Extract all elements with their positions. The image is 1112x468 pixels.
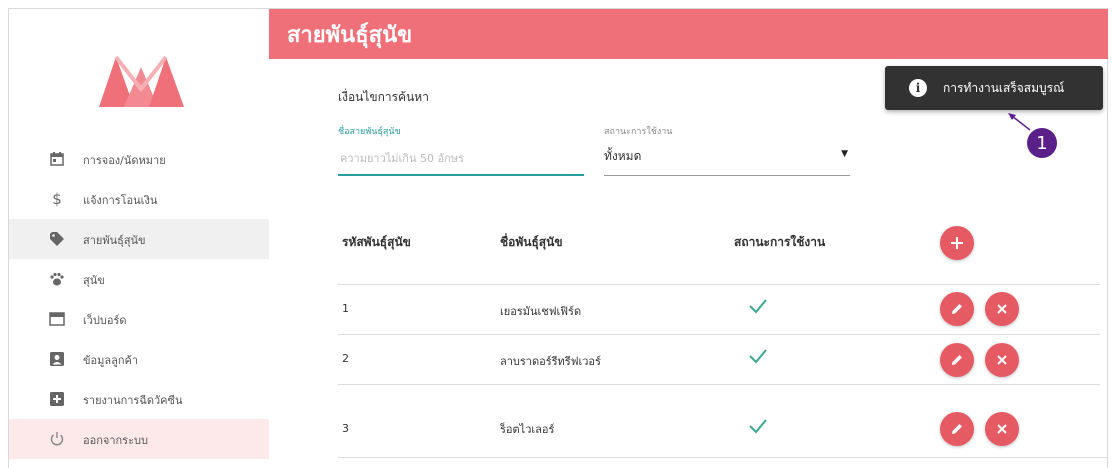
sidebar-item-vaccine-report[interactable]: รายงานการฉีดวัคซีน bbox=[9, 379, 269, 419]
medical-plus-icon bbox=[47, 389, 67, 409]
tag-icon bbox=[47, 229, 67, 249]
close-icon bbox=[997, 304, 1007, 314]
delete-button[interactable] bbox=[985, 412, 1019, 446]
sidebar-item-logout[interactable]: ออกจากระบบ bbox=[9, 419, 269, 459]
row-code: 2 bbox=[342, 352, 349, 365]
pencil-icon bbox=[952, 355, 962, 365]
check-icon bbox=[749, 349, 767, 364]
board-icon bbox=[47, 309, 67, 329]
breed-name-label: ชื่อสายพันธุ์สุนัข bbox=[338, 127, 401, 137]
sidebar-item-customers[interactable]: ข้อมูลลูกค้า bbox=[9, 339, 269, 379]
table-row: 2 ลาบราดอร์รีทรีฟเวอร์ bbox=[338, 334, 1100, 386]
filter-section-title: เงื่อนไขการค้นหา bbox=[338, 90, 429, 104]
calendar-icon bbox=[47, 149, 67, 169]
sidebar-item-booking[interactable]: การจอง/นัดหมาย bbox=[9, 139, 269, 179]
sidebar-item-label: การจอง/นัดหมาย bbox=[83, 154, 166, 167]
page-header: สายพันธุ์สุนัข bbox=[269, 9, 1108, 59]
close-icon bbox=[997, 355, 1007, 365]
dropdown-arrow-icon: ▼ bbox=[841, 149, 848, 159]
delete-button[interactable] bbox=[985, 292, 1019, 326]
app-logo bbox=[99, 55, 184, 107]
add-breed-button[interactable] bbox=[940, 226, 974, 260]
sidebar-item-label: สายพันธุ์สุนัข bbox=[83, 234, 146, 247]
edit-button[interactable] bbox=[940, 292, 974, 326]
row-name: ร็อตไวเลอร์ bbox=[500, 423, 555, 436]
sidebar-item-label: แจ้งการโอนเงิน bbox=[83, 194, 158, 207]
sidebar-item-label: เว็ปบอร์ด bbox=[83, 314, 127, 327]
sidebar-item-payment[interactable]: $ แจ้งการโอนเงิน bbox=[9, 179, 269, 219]
account-box-icon bbox=[47, 349, 67, 369]
edit-button[interactable] bbox=[940, 412, 974, 446]
sidebar-item-label: ออกจากระบบ bbox=[83, 434, 148, 447]
row-name: ลาบราดอร์รีทรีฟเวอร์ bbox=[500, 355, 601, 368]
edit-button[interactable] bbox=[940, 343, 974, 377]
status-label: สถานะการใช้งาน bbox=[604, 127, 673, 137]
success-toast: i การทำงานเสร็จสมบูรณ์ bbox=[885, 66, 1103, 110]
table-row: 3 ร็อตไวเลอร์ bbox=[338, 384, 1100, 446]
close-icon bbox=[997, 424, 1007, 434]
breed-name-input[interactable] bbox=[338, 143, 584, 176]
plus-icon bbox=[951, 237, 963, 249]
sidebar-item-dogs[interactable]: สุนัข bbox=[9, 259, 269, 299]
callout-badge: 1 bbox=[1027, 128, 1057, 158]
sidebar-item-webboard[interactable]: เว็ปบอร์ด bbox=[9, 299, 269, 339]
pencil-icon bbox=[952, 304, 962, 314]
table-bottom-divider bbox=[338, 457, 1108, 458]
paw-icon bbox=[47, 269, 67, 289]
table-row: 1 เยอรมันเชฟเฟิร์ด bbox=[338, 284, 1100, 336]
check-icon bbox=[749, 419, 767, 434]
info-icon: i bbox=[909, 79, 927, 97]
sidebar-menu: การจอง/นัดหมาย $ แจ้งการโอนเงิน สายพันธุ… bbox=[9, 139, 269, 459]
row-code: 1 bbox=[342, 302, 349, 315]
page-title: สายพันธุ์สุนัข bbox=[287, 23, 413, 48]
toast-message: การทำงานเสร็จสมบูรณ์ bbox=[943, 81, 1065, 95]
sidebar-item-label: ข้อมูลลูกค้า bbox=[83, 354, 139, 367]
status-select-value: ทั้งหมด bbox=[604, 149, 642, 163]
sidebar-item-label: สุนัข bbox=[83, 274, 105, 287]
row-name: เยอรมันเชฟเฟิร์ด bbox=[500, 305, 582, 318]
power-icon bbox=[47, 429, 67, 449]
column-header-code: รหัสพันธุ์สุนัข bbox=[342, 235, 411, 249]
dollar-icon: $ bbox=[52, 190, 62, 208]
status-select[interactable]: ทั้งหมด ▼ bbox=[604, 143, 850, 176]
check-icon bbox=[749, 299, 767, 314]
pencil-icon bbox=[952, 424, 962, 434]
column-header-name: ชื่อพันธุ์สุนัข bbox=[500, 235, 563, 249]
sidebar-item-label: รายงานการฉีดวัคซีน bbox=[83, 394, 183, 407]
sidebar: การจอง/นัดหมาย $ แจ้งการโอนเงิน สายพันธุ… bbox=[9, 9, 269, 468]
delete-button[interactable] bbox=[985, 343, 1019, 377]
column-header-status: สถานะการใช้งาน bbox=[734, 235, 826, 249]
sidebar-item-dog-breeds[interactable]: สายพันธุ์สุนัข bbox=[9, 219, 269, 259]
row-code: 3 bbox=[342, 422, 349, 435]
